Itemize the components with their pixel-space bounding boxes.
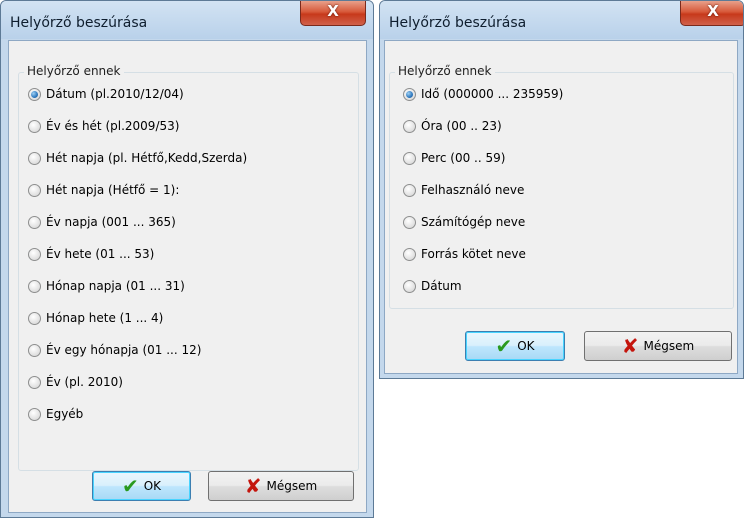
radio-button-icon[interactable] xyxy=(403,183,416,197)
ok-label: OK xyxy=(143,479,162,493)
radio-option-source-volume-name[interactable]: Forrás kötet neve xyxy=(403,244,526,264)
radio-label: Számítógép neve xyxy=(421,215,526,229)
close-icon: X xyxy=(707,2,719,20)
dialog-body: Helyőrző ennek Dátum (pl.2010/12/04) Év … xyxy=(8,40,367,513)
radio-label: Óra (00 .. 23) xyxy=(421,119,502,133)
dialog-title: Helyőrző beszúrása xyxy=(10,15,148,31)
radio-option-time[interactable]: Idő (000000 ... 235959) xyxy=(403,84,563,104)
close-button[interactable]: X xyxy=(680,1,743,26)
dialog-title: Helyőrző beszúrása xyxy=(389,15,527,31)
radio-label: Év napja (001 ... 365) xyxy=(46,215,176,229)
radio-button-icon[interactable] xyxy=(28,119,41,133)
radio-option-computer-name[interactable]: Számítógép neve xyxy=(403,212,525,232)
cross-icon: ✘ xyxy=(621,334,639,358)
radio-label: Hónap hete (1 ... 4) xyxy=(46,311,164,325)
radio-option-day-of-month[interactable]: Hónap napja (01 ... 31) xyxy=(28,276,185,296)
radio-button-icon[interactable] xyxy=(28,311,41,325)
cancel-label: Mégsem xyxy=(643,339,695,353)
radio-button-icon[interactable] xyxy=(28,215,41,229)
radio-option-week-of-year[interactable]: Év hete (01 ... 53) xyxy=(28,244,154,264)
radio-option-user-name[interactable]: Felhasználó neve xyxy=(403,180,524,200)
radio-label: Hét napja (Hétfő = 1): xyxy=(46,183,180,197)
radio-option-other[interactable]: Egyéb xyxy=(28,404,83,424)
close-button[interactable]: X xyxy=(300,1,366,26)
cancel-button[interactable]: ✘ Mégsem xyxy=(208,471,354,501)
placeholder-type-group: Helyőrző ennek Idő (000000 ... 235959) Ó… xyxy=(389,64,734,309)
radio-option-week-of-month[interactable]: Hónap hete (1 ... 4) xyxy=(28,308,163,328)
radio-option-hour[interactable]: Óra (00 .. 23) xyxy=(403,116,502,136)
radio-button-icon[interactable] xyxy=(28,151,41,165)
radio-label: Egyéb xyxy=(46,407,84,421)
title-bar[interactable]: Helyőrző beszúrása X xyxy=(1,1,373,39)
radio-button-icon[interactable] xyxy=(403,119,416,133)
ok-button[interactable]: ✔ OK xyxy=(92,471,191,501)
checkmark-icon: ✔ xyxy=(121,474,139,498)
radio-label: Év (pl. 2010) xyxy=(46,375,123,389)
placeholder-type-group: Helyőrző ennek Dátum (pl.2010/12/04) Év … xyxy=(18,64,359,471)
insert-placeholder-dialog-date: Helyőrző beszúrása X Helyőrző ennek Dátu… xyxy=(0,0,374,518)
radio-label: Hónap napja (01 ... 31) xyxy=(46,279,185,293)
checkmark-icon: ✔ xyxy=(495,334,513,358)
radio-button-icon[interactable] xyxy=(28,87,41,101)
radio-option-month-of-year[interactable]: Év egy hónapja (01 ... 12) xyxy=(28,340,201,360)
radio-label: Hét napja (pl. Hétfő,Kedd,Szerda) xyxy=(46,151,248,165)
group-label: Helyőrző ennek xyxy=(395,64,495,78)
radio-label: Dátum xyxy=(421,279,462,293)
radio-button-icon[interactable] xyxy=(28,343,41,357)
radio-label: Év egy hónapja (01 ... 12) xyxy=(46,343,202,357)
radio-button-icon[interactable] xyxy=(28,247,41,261)
radio-option-weekday-number[interactable]: Hét napja (Hétfő = 1): xyxy=(28,180,179,200)
radio-label: Év és hét (pl.2009/53) xyxy=(46,119,180,133)
radio-button-icon[interactable] xyxy=(403,151,416,165)
title-bar[interactable]: Helyőrző beszúrása X xyxy=(380,1,743,39)
radio-option-weekday-name[interactable]: Hét napja (pl. Hétfő,Kedd,Szerda) xyxy=(28,148,247,168)
radio-button-icon[interactable] xyxy=(403,247,416,261)
radio-label: Év hete (01 ... 53) xyxy=(46,247,155,261)
insert-placeholder-dialog-time: Helyőrző beszúrása X Helyőrző ennek Idő … xyxy=(379,0,744,379)
ok-button[interactable]: ✔ OK xyxy=(465,331,565,361)
radio-option-date[interactable]: Dátum (pl.2010/12/04) xyxy=(28,84,184,104)
radio-label: Perc (00 .. 59) xyxy=(421,151,506,165)
radio-label: Felhasználó neve xyxy=(421,183,525,197)
radio-label: Idő (000000 ... 235959) xyxy=(421,87,564,101)
dialog-body: Helyőrző ennek Idő (000000 ... 235959) Ó… xyxy=(384,40,738,374)
radio-button-icon[interactable] xyxy=(403,87,416,101)
cancel-label: Mégsem xyxy=(266,479,318,493)
radio-option-year[interactable]: Év (pl. 2010) xyxy=(28,372,123,392)
radio-button-icon[interactable] xyxy=(28,375,41,389)
cross-icon: ✘ xyxy=(244,474,262,498)
radio-button-icon[interactable] xyxy=(28,279,41,293)
radio-label: Dátum (pl.2010/12/04) xyxy=(46,87,184,101)
cancel-button[interactable]: ✘ Mégsem xyxy=(584,331,732,361)
radio-label: Forrás kötet neve xyxy=(421,247,526,261)
ok-label: OK xyxy=(517,339,535,353)
radio-button-icon[interactable] xyxy=(28,183,41,197)
radio-button-icon[interactable] xyxy=(28,407,41,421)
group-label: Helyőrző ennek xyxy=(24,64,124,78)
radio-option-date[interactable]: Dátum xyxy=(403,276,462,296)
radio-option-day-of-year[interactable]: Év napja (001 ... 365) xyxy=(28,212,176,232)
radio-option-minute[interactable]: Perc (00 .. 59) xyxy=(403,148,505,168)
radio-option-year-week[interactable]: Év és hét (pl.2009/53) xyxy=(28,116,179,136)
radio-button-icon[interactable] xyxy=(403,279,416,293)
radio-button-icon[interactable] xyxy=(403,215,416,229)
close-icon: X xyxy=(327,2,339,20)
